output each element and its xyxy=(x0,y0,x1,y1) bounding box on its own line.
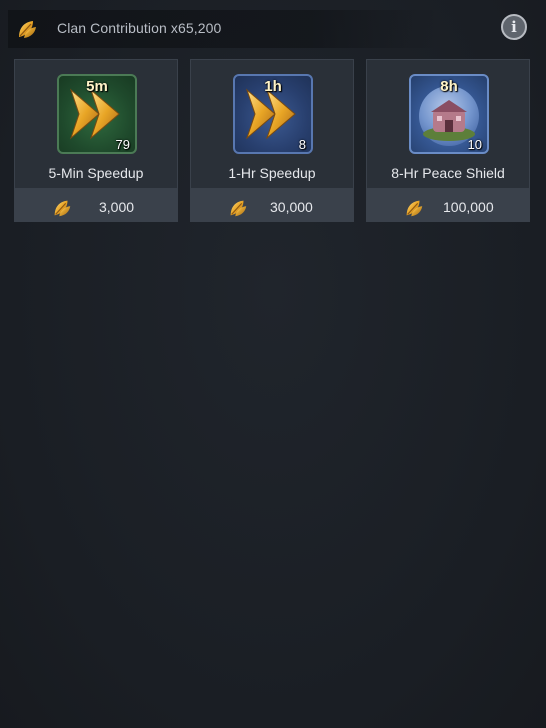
item-name: 5-Min Speedup xyxy=(48,165,144,181)
item-name: 1-Hr Speedup xyxy=(228,165,316,181)
item-owned-count: 10 xyxy=(467,137,482,152)
shop-item-1hr-speedup[interactable]: 1h 8 1-Hr Speedup 30,000 xyxy=(190,59,354,222)
item-icon-frame: 8h 10 xyxy=(409,74,489,154)
item-owned-count: 79 xyxy=(115,137,130,152)
item-duration-badge: 1h xyxy=(264,78,282,95)
item-duration-badge: 8h xyxy=(440,78,458,95)
item-price-bar[interactable] xyxy=(15,188,177,221)
shop-item-5min-speedup[interactable]: 5m 79 5-Min Speedup 3,000 xyxy=(14,59,178,222)
leaf-icon xyxy=(227,197,249,219)
item-icon-frame: 1h 8 xyxy=(233,74,313,154)
item-price: 30,000 xyxy=(270,199,313,215)
leaf-icon xyxy=(403,197,425,219)
item-name: 8-Hr Peace Shield xyxy=(391,165,505,181)
item-price: 100,000 xyxy=(443,199,494,215)
item-icon-frame: 5m 79 xyxy=(57,74,137,154)
shop-item-8hr-peace-shield[interactable]: 8h 10 8-Hr Peace Shield 100,000 xyxy=(366,59,530,222)
item-owned-count: 8 xyxy=(298,137,306,152)
contribution-bar: Clan Contribution x65,200 i xyxy=(0,0,546,58)
info-icon: i xyxy=(511,17,517,36)
leaf-icon xyxy=(15,17,39,41)
leaf-icon xyxy=(51,197,73,219)
clan-contribution-text: Clan Contribution x65,200 xyxy=(57,20,222,36)
item-duration-badge: 5m xyxy=(86,78,108,95)
info-button[interactable]: i xyxy=(501,14,527,40)
item-price: 3,000 xyxy=(99,199,135,215)
